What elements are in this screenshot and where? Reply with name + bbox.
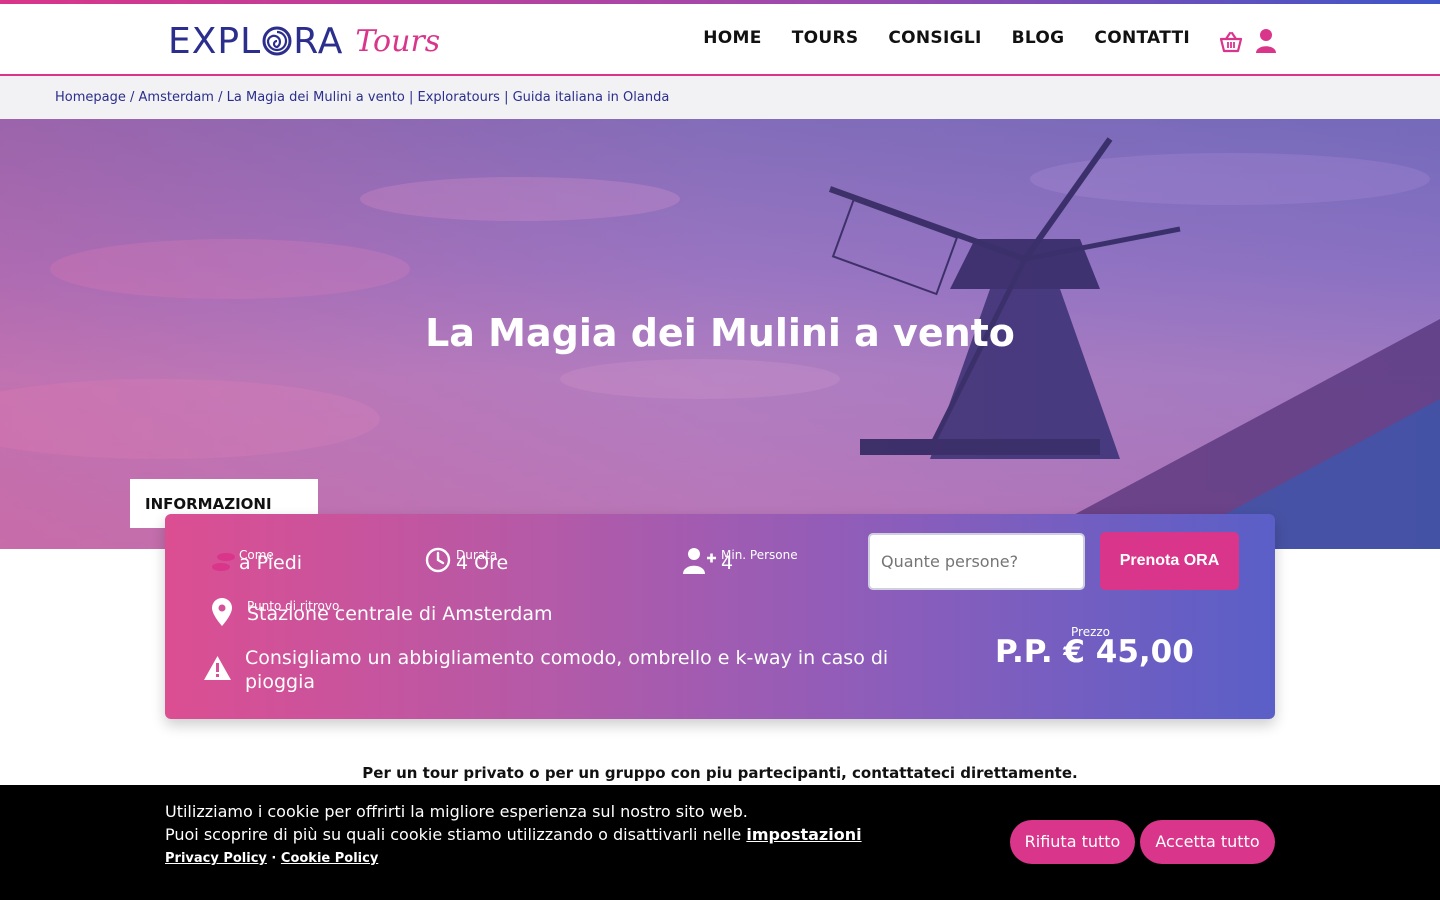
warning-line-1: Consigliamo un abbigliamento comodo, omb… bbox=[245, 647, 889, 669]
price-value: P.P. € 45,00 bbox=[995, 634, 1194, 670]
cookie-message: Utilizziamo i cookie per offrirti la mig… bbox=[165, 802, 748, 821]
nav-consigli[interactable]: CONSIGLI bbox=[888, 28, 981, 48]
breadcrumb-homepage[interactable]: Homepage bbox=[55, 90, 126, 105]
breadcrumb-current: La Magia dei Mulini a vento | Exploratou… bbox=[226, 90, 670, 105]
breadcrumb-separator: / bbox=[218, 90, 223, 105]
quantity-input[interactable] bbox=[868, 533, 1085, 590]
warning-icon bbox=[204, 656, 231, 680]
logo-text-left: EXPL bbox=[168, 20, 262, 62]
add-user-icon bbox=[683, 548, 716, 574]
private-tour-note: Per un tour privato o per un gruppo con … bbox=[362, 764, 1078, 782]
breadcrumb-bar: Homepage / Amsterdam / La Magia dei Muli… bbox=[0, 76, 1440, 119]
main-nav: HOME TOURS CONSIGLI BLOG CONTATTI bbox=[703, 28, 1190, 48]
site-header: EXPL RA Tours HOME TOURS CONSIGLI BLOG C… bbox=[0, 4, 1440, 74]
cart-icon[interactable] bbox=[1219, 30, 1243, 54]
nav-home[interactable]: HOME bbox=[703, 28, 761, 48]
reject-all-button[interactable]: Rifiuta tutto bbox=[1010, 820, 1135, 864]
location-pin-icon bbox=[212, 598, 232, 626]
logo-script-text: Tours bbox=[355, 23, 441, 59]
tour-info-card: Come a Piedi Durata 4 Ore Min. Persone 4… bbox=[165, 514, 1275, 719]
warning-line-2: pioggia bbox=[245, 671, 316, 693]
site-logo[interactable]: EXPL RA Tours bbox=[168, 20, 440, 62]
cookie-banner: Utilizziamo i cookie per offrirti la mig… bbox=[0, 785, 1440, 900]
cookie-policy-link[interactable]: Cookie Policy bbox=[281, 851, 378, 866]
privacy-policy-link[interactable]: Privacy Policy bbox=[165, 851, 267, 866]
cookie-links-separator: · bbox=[266, 851, 281, 866]
book-now-button[interactable]: Prenota ORA bbox=[1100, 532, 1239, 590]
accept-all-button[interactable]: Accetta tutto bbox=[1140, 820, 1275, 864]
nav-tours[interactable]: TOURS bbox=[792, 28, 859, 48]
cookie-message-2-text: Puoi scoprire di più su quali cookie sti… bbox=[165, 825, 747, 844]
shoe-icon bbox=[212, 553, 235, 571]
breadcrumb-amsterdam[interactable]: Amsterdam bbox=[139, 90, 214, 105]
come-value: a Piedi bbox=[239, 552, 303, 574]
cookie-policy-links: Privacy Policy · Cookie Policy bbox=[165, 851, 378, 866]
nav-blog[interactable]: BLOG bbox=[1012, 28, 1065, 48]
clock-icon bbox=[425, 547, 451, 573]
breadcrumb: Homepage / Amsterdam / La Magia dei Muli… bbox=[55, 90, 669, 105]
breadcrumb-separator: / bbox=[130, 90, 135, 105]
nav-contatti[interactable]: CONTATTI bbox=[1094, 28, 1190, 48]
page-title: La Magia dei Mulini a vento bbox=[425, 311, 1015, 355]
logo-text-right: RA bbox=[293, 20, 344, 62]
punto-value: Stazione centrale di Amsterdam bbox=[247, 603, 553, 625]
cookie-settings-link[interactable]: impostazioni bbox=[746, 825, 861, 844]
user-icon[interactable] bbox=[1256, 28, 1276, 54]
cookie-message-2: Puoi scoprire di più su quali cookie sti… bbox=[165, 825, 862, 844]
logo-swirl-icon bbox=[262, 26, 292, 56]
min-persone-value: 4 bbox=[721, 552, 734, 574]
durata-value: 4 Ore bbox=[456, 552, 509, 574]
